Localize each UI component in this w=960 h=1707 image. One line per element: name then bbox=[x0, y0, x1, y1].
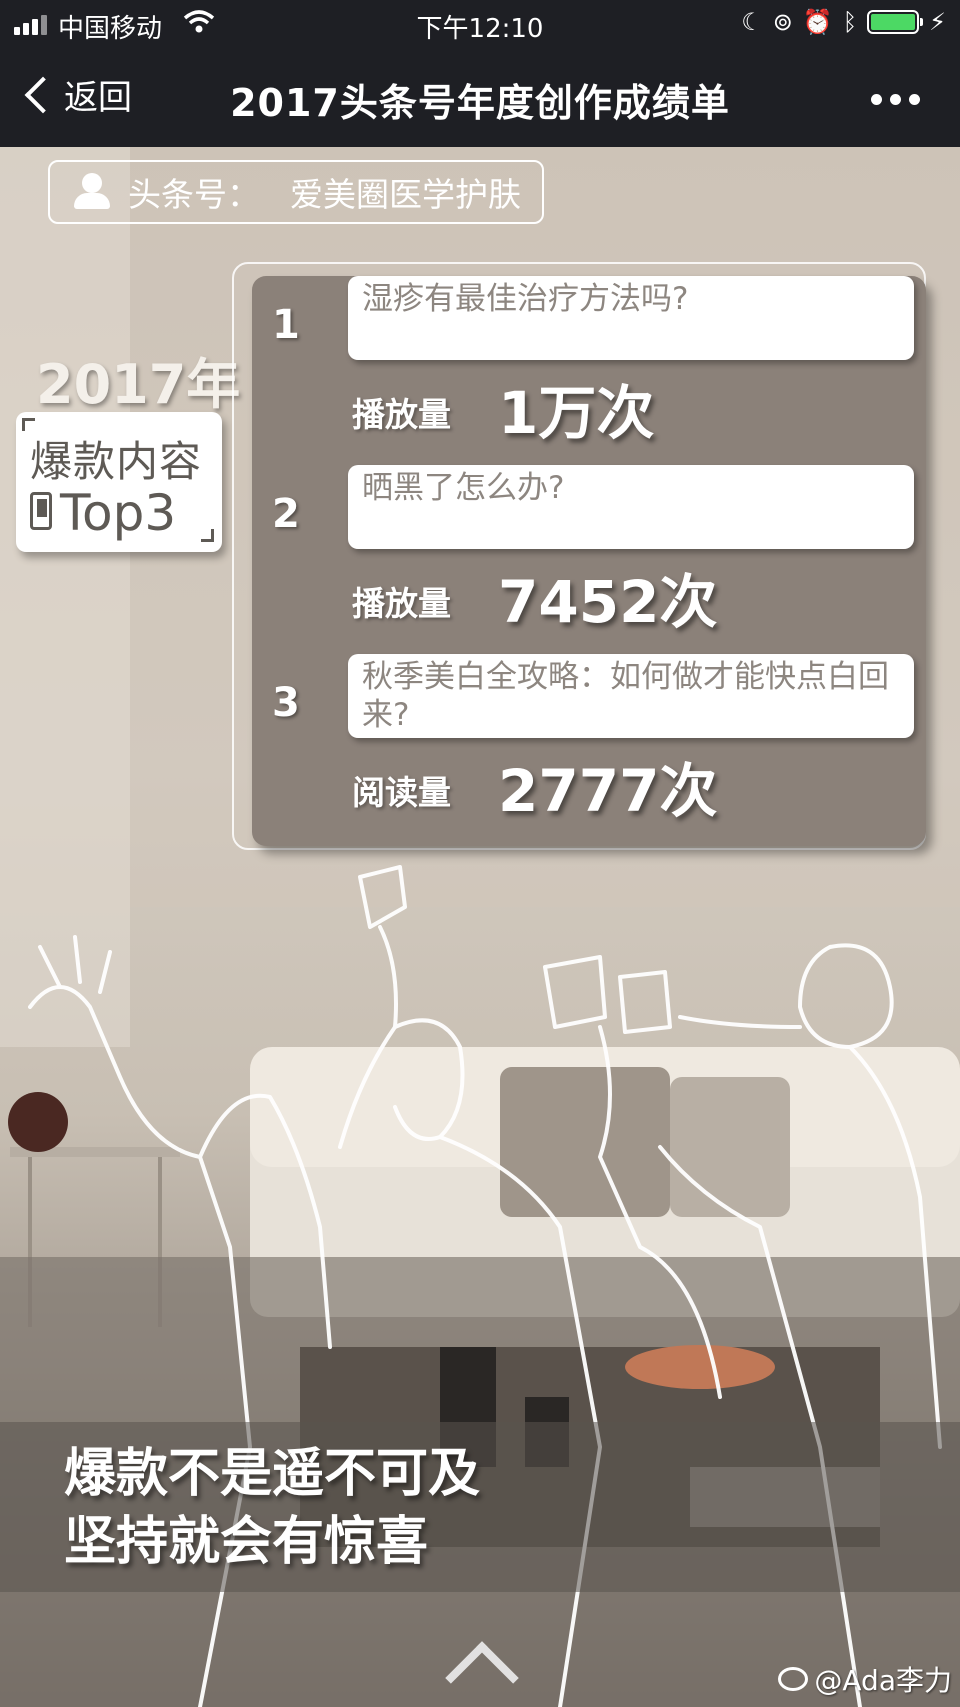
author-name: 爱美圈医学护肤 bbox=[290, 175, 521, 214]
slogan-line1: 爆款不是遥不可及 bbox=[64, 1444, 481, 1504]
watermark-text: @Ada李力 bbox=[814, 1664, 952, 1697]
top3-badge: 爆款内容 Top3 bbox=[16, 412, 222, 552]
bluetooth-icon: ᛒ bbox=[842, 8, 858, 36]
status-icons: ☾ ⊚ ⏰ ᛒ ⚡ bbox=[741, 8, 946, 36]
metric-value: 7452次 bbox=[498, 568, 718, 636]
slogan-line2: 坚持就会有惊喜 bbox=[64, 1512, 429, 1572]
badge-line2: Top3 bbox=[60, 484, 177, 542]
weibo-icon bbox=[778, 1667, 809, 1691]
bracket-close-icon bbox=[201, 529, 214, 542]
watermark: @Ada李力 bbox=[778, 1659, 952, 1699]
content-title: 晒黑了怎么办? bbox=[348, 465, 914, 549]
metric-value: 2777次 bbox=[498, 757, 718, 825]
content-title: 秋季美白全攻略：如何做才能快点白回来? bbox=[348, 654, 914, 738]
top-bar: 中国移动 下午12:10 ☾ ⊚ ⏰ ᛒ ⚡ 返回 2017头条号年度创作成绩单 bbox=[0, 0, 960, 147]
metric-label: 播放量 bbox=[352, 584, 451, 623]
top3-item[interactable]: 2 晒黑了怎么办? 播放量 7452次 bbox=[252, 465, 926, 655]
rank-number: 2 bbox=[272, 491, 300, 537]
battery-icon bbox=[867, 10, 924, 34]
year-label: 2017年 bbox=[36, 353, 241, 416]
slogan: 爆款不是遥不可及 坚持就会有惊喜 bbox=[64, 1440, 480, 1576]
top3-item[interactable]: 3 秋季美白全攻略：如何做才能快点白回来? 阅读量 2777次 bbox=[252, 654, 926, 844]
moon-icon: ☾ bbox=[741, 8, 763, 36]
top3-item[interactable]: 1 湿疹有最佳治疗方法吗? 播放量 1万次 bbox=[252, 276, 926, 466]
orientation-lock-icon: ⊚ bbox=[772, 8, 793, 36]
person-icon bbox=[72, 173, 112, 211]
report-screen: 中国移动 下午12:10 ☾ ⊚ ⏰ ᛒ ⚡ 返回 2017头条号年度创作成绩单 bbox=[0, 0, 960, 1707]
phone-icon bbox=[30, 492, 52, 530]
nav-bar: 返回 2017头条号年度创作成绩单 bbox=[0, 48, 960, 147]
content-title: 湿疹有最佳治疗方法吗? bbox=[348, 276, 914, 360]
metric-value: 1万次 bbox=[498, 379, 655, 447]
charging-icon: ⚡ bbox=[929, 8, 946, 36]
rank-number: 1 bbox=[272, 302, 300, 348]
alarm-icon: ⏰ bbox=[802, 8, 833, 36]
rank-number: 3 bbox=[272, 680, 300, 726]
author-pill: 头条号： 爱美圈医学护肤 bbox=[48, 160, 544, 224]
badge-line1: 爆款内容 bbox=[30, 437, 203, 486]
metric-label: 阅读量 bbox=[352, 773, 451, 812]
page-title: 2017头条号年度创作成绩单 bbox=[230, 81, 730, 125]
status-bar: 中国移动 下午12:10 ☾ ⊚ ⏰ ᛒ ⚡ bbox=[0, 0, 960, 48]
metric-label: 播放量 bbox=[352, 395, 451, 434]
author-label: 头条号： bbox=[128, 175, 260, 214]
top3-panel: 1 湿疹有最佳治疗方法吗? 播放量 1万次 2 晒黑了怎么办? 播放量 7452… bbox=[252, 276, 926, 846]
more-dots-icon[interactable] bbox=[871, 94, 920, 105]
